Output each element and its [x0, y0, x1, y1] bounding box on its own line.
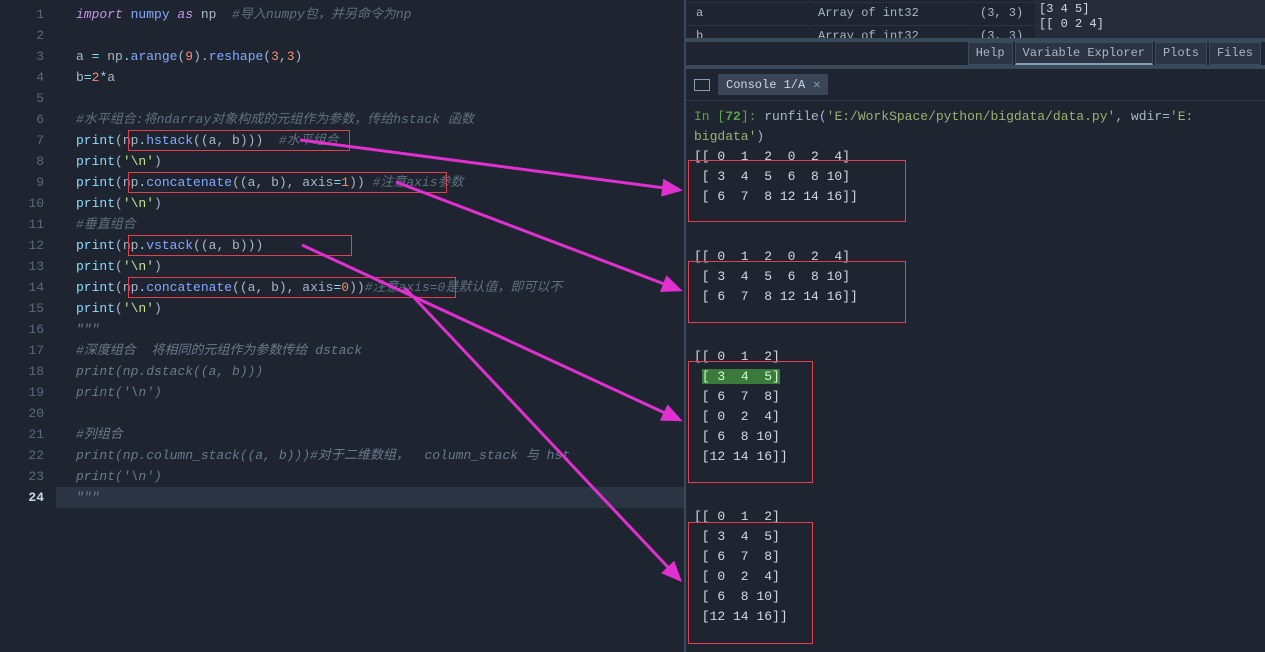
line-number: 1	[0, 4, 44, 25]
console-output-block: [[ 0 1 2 0 2 4] [ 3 4 5 6 8 10] [ 6 7 8 …	[694, 147, 1257, 207]
variable-explorer[interactable]: aArray of int32(3, 3)bArray of int32(3, …	[686, 0, 1265, 42]
tab-variable-explorer[interactable]: Variable Explorer	[1015, 42, 1153, 65]
code-line[interactable]: print('\n')	[56, 151, 684, 172]
line-number: 7	[0, 130, 44, 151]
close-icon[interactable]: ✕	[813, 77, 820, 92]
variable-data-preview: [3 4 5] [[ 0 2 4]	[1035, 0, 1265, 38]
line-number: 15	[0, 298, 44, 319]
code-line[interactable]: b=2*a	[56, 67, 684, 88]
code-line[interactable]: print('\n')	[56, 256, 684, 277]
table-cell: Array of int32	[810, 2, 970, 23]
code-line[interactable]: print('\n')	[56, 193, 684, 214]
code-line[interactable]: print(np.concatenate((a, b), axis=0))#注意…	[56, 277, 684, 298]
line-number: 6	[0, 109, 44, 130]
console-tab[interactable]: Console 1/A ✕	[718, 74, 828, 95]
ipython-prompt: In [72]: runfile('E:/WorkSpace/python/bi…	[694, 107, 1257, 127]
line-number: 16	[0, 319, 44, 340]
line-number: 17	[0, 340, 44, 361]
code-line[interactable]	[56, 88, 684, 109]
line-number: 8	[0, 151, 44, 172]
code-line[interactable]: print(np.vstack((a, b)))	[56, 235, 684, 256]
preview-line: [3 4 5]	[1039, 2, 1265, 17]
console-output-block: [[ 0 1 2] [ 3 4 5] [ 6 7 8] [ 0 2 4] [ 6…	[694, 347, 1257, 467]
line-number: 4	[0, 67, 44, 88]
tab-plots[interactable]: Plots	[1155, 42, 1207, 65]
editor-pane: 123456789101112131415161718192021222324 …	[0, 0, 684, 652]
code-line[interactable]: print('\n')	[56, 466, 684, 487]
table-cell: Array of int32	[810, 25, 970, 42]
line-number: 3	[0, 46, 44, 67]
code-line[interactable]: print('\n')	[56, 298, 684, 319]
code-line[interactable]: print(np.hstack((a, b))) #水平组合	[56, 130, 684, 151]
line-number: 14	[0, 277, 44, 298]
code-line[interactable]: #水平组合:将ndarray对象构成的元组作为参数，传给hstack 函数	[56, 109, 684, 130]
line-number: 11	[0, 214, 44, 235]
line-number: 9	[0, 172, 44, 193]
code-line[interactable]: print(np.concatenate((a, b), axis=1)) #注…	[56, 172, 684, 193]
line-number: 5	[0, 88, 44, 109]
console-output-block: [[ 0 1 2 0 2 4] [ 3 4 5 6 8 10] [ 6 7 8 …	[694, 247, 1257, 307]
ipython-prompt-cont: bigdata')	[694, 127, 1257, 147]
line-number-gutter: 123456789101112131415161718192021222324	[0, 0, 56, 652]
code-line[interactable]: """	[56, 319, 684, 340]
line-number: 22	[0, 445, 44, 466]
console-tab-bar: Console 1/A ✕	[686, 69, 1265, 101]
code-line[interactable]: import numpy as np #导入numpy包，并另命令为np	[56, 4, 684, 25]
line-number: 19	[0, 382, 44, 403]
line-number: 10	[0, 193, 44, 214]
line-number: 24	[0, 487, 44, 508]
console-body[interactable]: In [72]: runfile('E:/WorkSpace/python/bi…	[686, 101, 1265, 652]
code-line[interactable]: """	[56, 487, 684, 508]
line-number: 2	[0, 25, 44, 46]
code-area[interactable]: import numpy as np #导入numpy包，并另命令为np a = …	[56, 0, 684, 652]
table-cell: a	[688, 2, 808, 23]
right-tab-bar: HelpVariable ExplorerPlotsFiles	[686, 42, 1265, 69]
code-line[interactable]	[56, 25, 684, 46]
text-selection: [ 3 4 5]	[702, 369, 780, 384]
right-pane: aArray of int32(3, 3)bArray of int32(3, …	[684, 0, 1265, 652]
line-number: 20	[0, 403, 44, 424]
line-number: 13	[0, 256, 44, 277]
tab-help[interactable]: Help	[968, 42, 1013, 65]
console-output-block: [[ 0 1 2] [ 3 4 5] [ 6 7 8] [ 0 2 4] [ 6…	[694, 507, 1257, 627]
line-number: 18	[0, 361, 44, 382]
line-number: 21	[0, 424, 44, 445]
pane-icon[interactable]	[694, 79, 710, 91]
code-line[interactable]: #列组合	[56, 424, 684, 445]
code-line[interactable]: #垂直组合	[56, 214, 684, 235]
code-line[interactable]: print(np.dstack((a, b)))	[56, 361, 684, 382]
code-line[interactable]: print('\n')	[56, 382, 684, 403]
code-line[interactable]: a = np.arange(9).reshape(3,3)	[56, 46, 684, 67]
line-number: 23	[0, 466, 44, 487]
preview-line: [[ 0 2 4]	[1039, 17, 1265, 32]
code-line[interactable]	[56, 403, 684, 424]
tab-files[interactable]: Files	[1209, 42, 1261, 65]
code-line[interactable]: print(np.column_stack((a, b)))#对于二维数组， c…	[56, 445, 684, 466]
code-line[interactable]: #深度组合 将相同的元组作为参数传给 dstack	[56, 340, 684, 361]
table-cell: b	[688, 25, 808, 42]
line-number: 12	[0, 235, 44, 256]
console-tab-label: Console 1/A	[726, 78, 805, 92]
